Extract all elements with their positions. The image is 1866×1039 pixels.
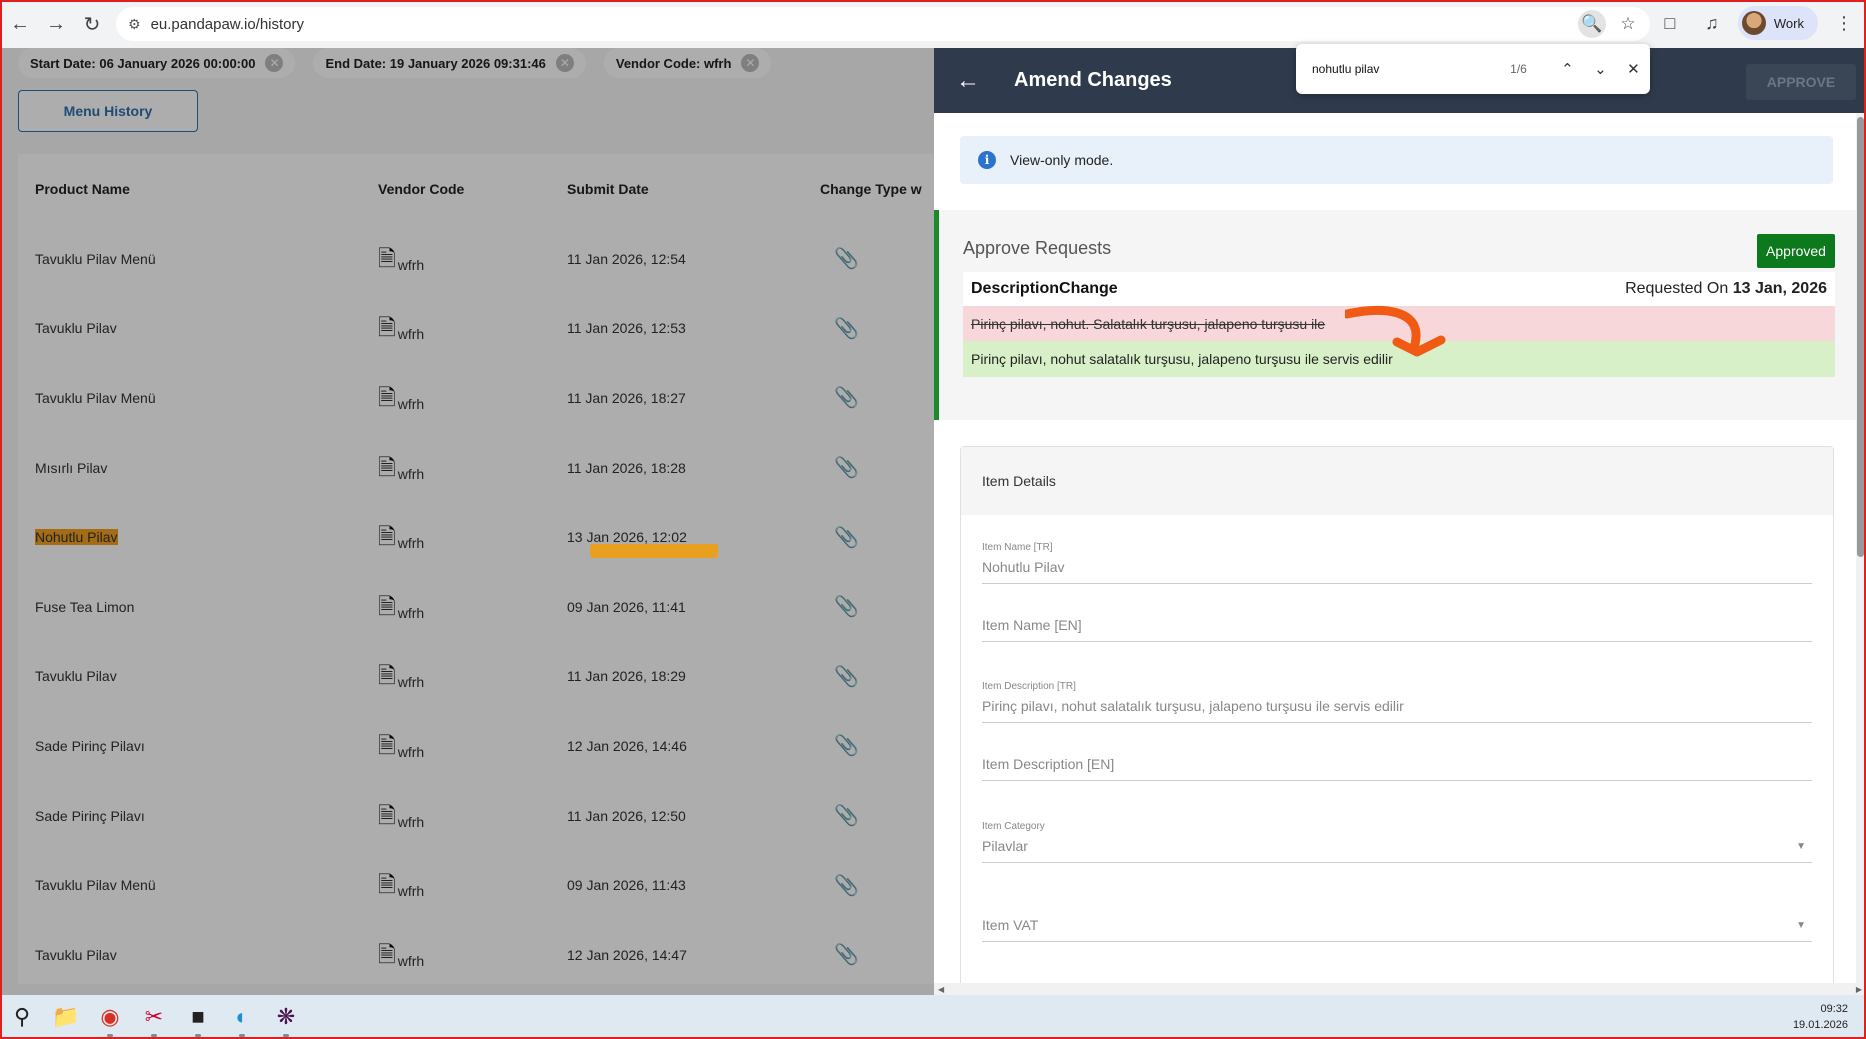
info-banner: i View-only mode.	[960, 136, 1833, 184]
chevron-down-icon: ▼	[1796, 920, 1806, 931]
scrollbar-thumb[interactable]	[1857, 117, 1864, 557]
search-icon[interactable]: ⚲	[0, 995, 44, 1039]
taskbar: ⚲ 📁 ◉ ✂ ■ ◐ ❋ 09:32 19.01.2026	[0, 995, 1866, 1039]
chevron-down-icon[interactable]: ⌄	[1584, 60, 1617, 78]
field-label: Item Description [TR]	[982, 681, 1076, 692]
change-header: DescriptionChange Requested On 13 Jan, 2…	[963, 272, 1835, 306]
extensions-icon[interactable]: □	[1654, 7, 1686, 39]
item-category-select[interactable]: Item Category Pilavlar ▼	[982, 821, 1812, 863]
reload-icon[interactable]: ↻	[74, 6, 110, 42]
status-badge: Approved	[1757, 234, 1835, 268]
find-input[interactable]: nohutlu pilav	[1312, 62, 1474, 76]
item-description-en-field[interactable]: Item Description [EN]	[982, 756, 1812, 781]
system-clock[interactable]: 09:32 19.01.2026	[1793, 1001, 1848, 1033]
requested-on: Requested On 13 Jan, 2026	[1625, 280, 1827, 298]
scroll-right-icon[interactable]: ▶	[1856, 985, 1862, 994]
item-vat-select[interactable]: Item VAT ▼	[982, 917, 1812, 942]
field-label: Item VAT	[982, 917, 1039, 933]
item-name-en-field[interactable]: Item Name [EN]	[982, 617, 1812, 642]
vertical-scrollbar[interactable]	[1856, 113, 1866, 983]
item-details-title: Item Details	[961, 447, 1833, 515]
chevron-down-icon: ▼	[1796, 841, 1806, 852]
avatar	[1741, 11, 1766, 35]
find-match-count: 1/6	[1510, 62, 1527, 76]
file-explorer-icon[interactable]: 📁	[44, 995, 88, 1039]
sticky-notes-icon[interactable]: ■	[176, 995, 220, 1039]
profile-button[interactable]: Work	[1737, 6, 1818, 40]
back-icon[interactable]: ←	[2, 6, 38, 42]
field-value: Pirinç pilavı, nohut salatalık turşusu, …	[982, 698, 1404, 714]
browser-menu-icon[interactable]: ⋮	[1828, 7, 1860, 39]
horizontal-scrollbar[interactable]: ◀ ▶	[934, 983, 1866, 995]
info-text: View-only mode.	[1010, 152, 1114, 168]
approve-button[interactable]: APPROVE	[1746, 64, 1856, 100]
site-info-icon[interactable]: ⚙	[128, 16, 141, 33]
address-bar[interactable]: ⚙ eu.pandapaw.io/history 🔍 ☆	[116, 7, 1650, 41]
close-icon[interactable]: ✕	[1617, 60, 1650, 78]
clock-date: 19.01.2026	[1792, 1019, 1848, 1031]
amend-changes-drawer: ← Amend Changes APPROVE i View-only mode…	[934, 48, 1866, 995]
item-details-panel: Item Details Item Name [TR] Nohutlu Pila…	[960, 446, 1834, 995]
field-label: Item Name [TR]	[982, 542, 1053, 553]
snipping-tool-icon[interactable]: ✂	[132, 995, 176, 1039]
slack-icon[interactable]: ❋	[264, 995, 308, 1039]
requested-prefix: Requested On	[1625, 280, 1729, 297]
field-label: Item Name [EN]	[982, 617, 1082, 633]
modal-overlay[interactable]	[0, 48, 934, 995]
chrome-icon[interactable]: ◉	[88, 995, 132, 1039]
back-arrow-icon[interactable]: ←	[956, 67, 996, 95]
drawer-title: Amend Changes	[1014, 69, 1172, 91]
find-bar: nohutlu pilav 1/6 ⌃ ⌄ ✕	[1296, 44, 1650, 94]
media-controls-icon[interactable]: ♫	[1696, 7, 1728, 39]
item-name-tr-field[interactable]: Item Name [TR] Nohutlu Pilav	[982, 542, 1812, 584]
find-in-page-icon[interactable]: 🔍	[1578, 10, 1606, 38]
bookmark-star-icon[interactable]: ☆	[1614, 10, 1642, 38]
profile-label: Work	[1773, 15, 1804, 31]
item-description-tr-field[interactable]: Item Description [TR] Pirinç pilavı, noh…	[982, 681, 1812, 723]
change-type: DescriptionChange	[971, 280, 1118, 297]
field-value: Pilavlar	[982, 838, 1028, 854]
approve-requests-title: Approve Requests	[963, 238, 1112, 258]
field-label: Item Category	[982, 821, 1045, 832]
field-label: Item Description [EN]	[982, 756, 1115, 772]
chevron-up-icon[interactable]: ⌃	[1551, 60, 1584, 78]
browser-toolbar: ← → ↻ ⚙ eu.pandapaw.io/history 🔍 ☆ □ ♫ W…	[0, 0, 1866, 48]
clock-time: 09:32	[1820, 1003, 1848, 1015]
annotation-arrow	[1345, 306, 1446, 357]
forward-icon[interactable]: →	[38, 6, 74, 42]
scroll-left-icon[interactable]: ◀	[938, 985, 944, 994]
info-icon: i	[978, 151, 996, 169]
edge-icon[interactable]: ◐	[220, 995, 264, 1039]
requested-date: 13 Jan, 2026	[1732, 280, 1827, 297]
annotation-underline	[590, 544, 718, 558]
url-text: eu.pandapaw.io/history	[150, 15, 305, 33]
field-value: Nohutlu Pilav	[982, 559, 1065, 575]
